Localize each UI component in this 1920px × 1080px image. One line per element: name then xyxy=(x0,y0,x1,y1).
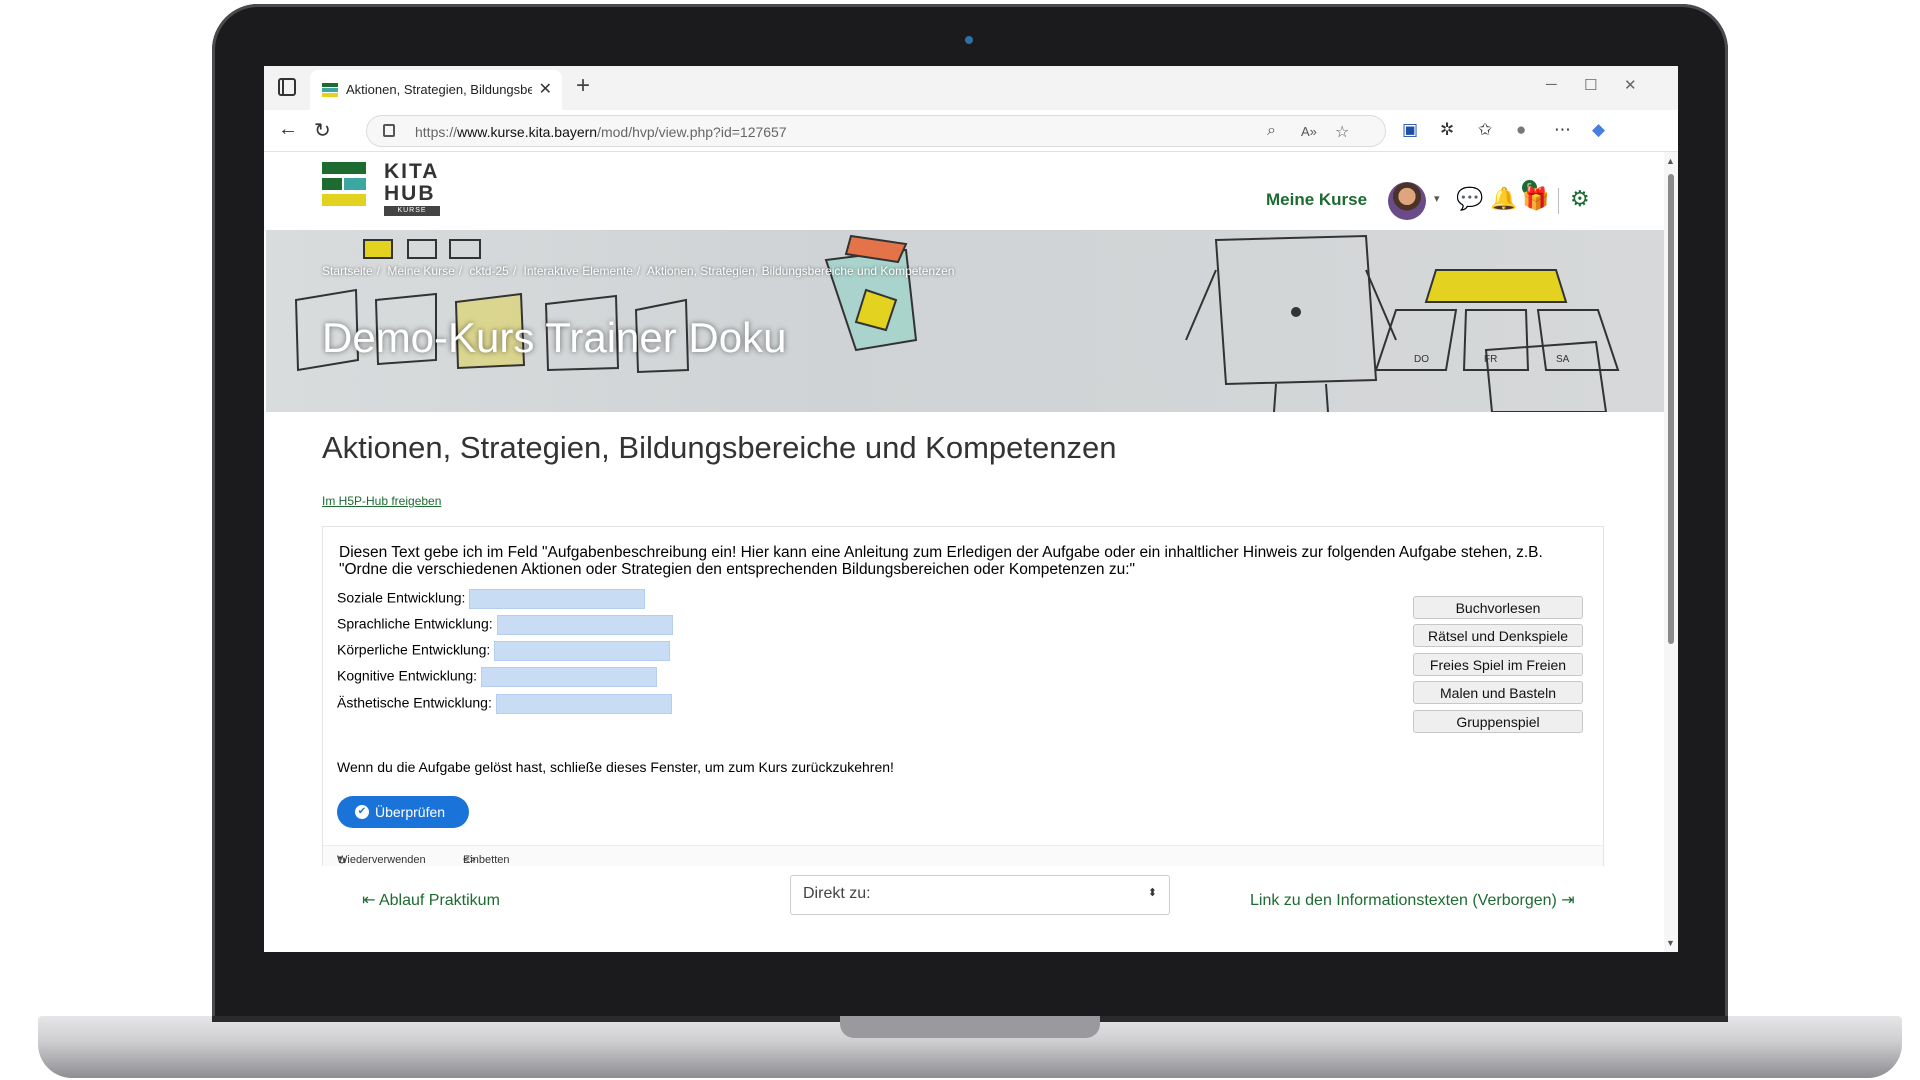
address-bar[interactable]: https://www.kurse.kita.bayern/mod/hvp/vi… xyxy=(366,115,1386,147)
close-icon[interactable]: ✕ xyxy=(539,79,552,99)
breadcrumb-item[interactable]: Meine Kurse xyxy=(387,264,454,278)
arrow-left-icon: ⇤ xyxy=(362,892,379,909)
extension-icon[interactable]: ▣ xyxy=(1402,120,1418,140)
tab-title: Aktionen, Strategien, Bildungsbereiche xyxy=(346,82,532,97)
draggable-word[interactable]: Malen und Basteln xyxy=(1413,681,1583,704)
url-text: https://www.kurse.kita.bayern/mod/hvp/vi… xyxy=(415,124,787,140)
header-divider xyxy=(1558,188,1559,214)
lock-icon xyxy=(383,124,395,137)
more-options-icon[interactable]: ⋯ xyxy=(1554,120,1571,140)
nav-my-courses[interactable]: Meine Kurse xyxy=(1266,190,1367,210)
extensions-puzzle-icon[interactable]: ✲ xyxy=(1440,120,1454,140)
draggable-word[interactable]: Rätsel und Denkspiele xyxy=(1413,624,1583,647)
blank-label: Ästhetische Entwicklung: xyxy=(337,694,492,711)
window-close-icon[interactable]: ✕ xyxy=(1624,76,1637,94)
course-banner: DO FR SA Startseite / Meine Kurse / cktd-25/… xyxy=(266,230,1664,412)
zoom-icon[interactable]: ⌕ xyxy=(1267,122,1276,140)
browser-toolbar: ← ↻ https://www.kurse.kita.bayern/mod/hv… xyxy=(264,110,1678,152)
minimize-icon[interactable]: ─ xyxy=(1546,76,1557,93)
copilot-icon[interactable]: ◆ xyxy=(1592,120,1605,140)
h5p-drag-text-activity: Diesen Text gebe ich im Feld "Aufgabenbe… xyxy=(322,526,1604,867)
web-page: KITA HUB KURSE Meine Kurse ▾ 💬 🔔 5 🎁 ⚙ D… xyxy=(264,152,1664,952)
svg-text:DO: DO xyxy=(1414,354,1429,365)
breadcrumb-item[interactable]: Interaktive Elemente xyxy=(524,264,633,278)
h5p-hub-share-link[interactable]: Im H5P-Hub freigeben xyxy=(322,494,441,508)
breadcrumb-item[interactable]: cktd-25 xyxy=(469,264,508,278)
gift-icon[interactable]: 🎁 xyxy=(1522,186,1549,212)
page-scrollbar[interactable]: ▲ ▼ xyxy=(1664,152,1678,952)
drop-zone[interactable] xyxy=(469,589,646,609)
kitahub-logo[interactable]: KITA HUB KURSE xyxy=(322,160,442,218)
check-circle-icon: ✔ xyxy=(355,805,369,819)
svg-text:FR: FR xyxy=(1484,354,1497,365)
blank-row: Ästhetische Entwicklung: xyxy=(337,694,672,714)
page-title: Aktionen, Strategien, Bildungsbereiche u… xyxy=(322,430,1117,465)
svg-text:SA: SA xyxy=(1556,354,1570,365)
blank-row: Sprachliche Entwicklung: xyxy=(337,615,673,635)
chat-bubble-icon[interactable]: 💬 xyxy=(1456,186,1483,212)
blank-row: Kognitive Entwicklung: xyxy=(337,667,658,687)
jump-to-select[interactable]: Direkt zu: ⬍ xyxy=(790,875,1170,915)
screen: Aktionen, Strategien, Bildungsbereiche ✕… xyxy=(264,66,1678,952)
blank-row: Körperliche Entwicklung: xyxy=(337,641,671,661)
new-tab-icon[interactable]: + xyxy=(576,72,590,100)
browser-tabbar: Aktionen, Strategien, Bildungsbereiche ✕… xyxy=(264,66,1678,110)
gear-icon[interactable]: ⚙ xyxy=(1570,186,1590,212)
next-activity-link[interactable]: Link zu den Informationstexten (Verborge… xyxy=(1250,890,1575,910)
blank-label: Kognitive Entwicklung: xyxy=(337,667,478,684)
bell-icon[interactable]: 🔔 xyxy=(1490,186,1517,212)
draggable-word[interactable]: Buchvorlesen xyxy=(1413,596,1583,619)
select-caret-icon: ⬍ xyxy=(1147,887,1157,899)
browser-tab[interactable]: Aktionen, Strategien, Bildungsbereiche ✕ xyxy=(310,70,562,110)
finish-note: Wenn du die Aufgabe gelöst hast, schließ… xyxy=(337,759,894,775)
laptop-notch xyxy=(840,1016,1100,1038)
blank-row: Soziale Entwicklung: xyxy=(337,589,646,609)
scroll-down-icon[interactable]: ▼ xyxy=(1666,938,1675,948)
draggable-word[interactable]: Freies Spiel im Freien xyxy=(1413,653,1583,676)
blank-label: Sprachliche Entwicklung: xyxy=(337,615,493,632)
read-aloud-icon[interactable]: A» xyxy=(1301,124,1317,139)
draggable-word[interactable]: Gruppenspiel xyxy=(1413,710,1583,733)
kitahub-favicon-icon xyxy=(322,83,338,97)
drop-zone[interactable] xyxy=(495,694,672,714)
course-title: Demo-Kurs Trainer Doku xyxy=(322,314,787,361)
scroll-thumb[interactable] xyxy=(1668,174,1674,644)
drop-zone[interactable] xyxy=(496,615,673,635)
scroll-up-icon[interactable]: ▲ xyxy=(1666,156,1675,166)
webcam xyxy=(965,36,973,44)
drop-zone[interactable] xyxy=(494,641,671,661)
breadcrumb-item[interactable]: Startseite xyxy=(322,264,373,278)
drop-zone[interactable] xyxy=(481,667,658,687)
arrow-right-icon: ⇥ xyxy=(1556,892,1575,909)
sidebar-toggle-icon[interactable] xyxy=(278,78,296,96)
avatar[interactable] xyxy=(1388,182,1426,220)
check-button-label: Überprüfen xyxy=(375,804,446,820)
breadcrumb: Startseite / Meine Kurse / cktd-25/ Intera… xyxy=(322,264,955,278)
h5p-actions-bar: ↻ Wiederverwenden <> Einbetten xyxy=(323,845,1603,867)
back-arrow-icon[interactable]: ← xyxy=(278,118,298,141)
favorites-icon[interactable]: ✩ xyxy=(1478,120,1492,140)
profile-icon[interactable]: ● xyxy=(1516,120,1526,140)
chevron-down-icon[interactable]: ▾ xyxy=(1434,192,1440,205)
maximize-icon[interactable]: ☐ xyxy=(1584,76,1597,94)
check-button[interactable]: ✔ Überprüfen xyxy=(337,796,469,828)
previous-activity-link[interactable]: ⇤ Ablauf Praktikum xyxy=(362,890,500,910)
blank-label: Soziale Entwicklung: xyxy=(337,589,466,606)
breadcrumb-current: Aktionen, Strategien, Bildungsbereiche u… xyxy=(646,264,955,278)
blank-label: Körperliche Entwicklung: xyxy=(337,641,491,658)
favorite-star-icon[interactable]: ☆ xyxy=(1335,122,1349,142)
reload-icon[interactable]: ↻ xyxy=(314,118,331,143)
task-description: Diesen Text gebe ich im Feld "Aufgabenbe… xyxy=(339,544,1543,578)
